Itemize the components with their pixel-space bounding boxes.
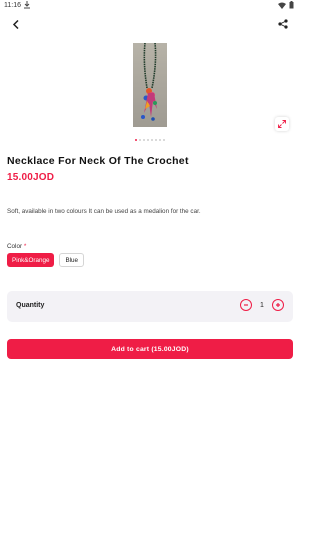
color-option-pink-orange[interactable]: Pink&Orange bbox=[7, 253, 55, 267]
quantity-stepper: 1 bbox=[240, 299, 284, 311]
pager-dot[interactable] bbox=[139, 139, 141, 141]
back-arrow-icon bbox=[12, 19, 19, 29]
decrease-quantity-button[interactable] bbox=[240, 299, 252, 311]
pager-dot[interactable] bbox=[155, 139, 157, 141]
color-options: Pink&Orange Blue bbox=[7, 253, 85, 267]
quantity-label: Quantity bbox=[16, 302, 45, 309]
add-to-cart-button[interactable]: Add to cart (15.00JOD) bbox=[7, 339, 293, 359]
necklace-photo bbox=[141, 43, 157, 121]
quantity-value: 1 bbox=[260, 301, 264, 309]
expand-image-button[interactable] bbox=[275, 117, 289, 131]
back-button[interactable] bbox=[8, 16, 24, 32]
expand-icon bbox=[278, 120, 286, 128]
pager-dot-active[interactable] bbox=[135, 139, 137, 141]
image-pager-dots bbox=[135, 139, 165, 141]
app-bar bbox=[0, 12, 300, 36]
battery-icon bbox=[289, 1, 294, 9]
plus-icon bbox=[276, 303, 280, 307]
increase-quantity-button[interactable] bbox=[272, 299, 284, 311]
download-icon bbox=[24, 1, 30, 11]
status-icons bbox=[278, 1, 294, 9]
pager-dot[interactable] bbox=[147, 139, 149, 141]
product-description: Soft, available in two colours It can be… bbox=[7, 208, 201, 215]
share-button[interactable] bbox=[275, 16, 291, 32]
pager-dot[interactable] bbox=[151, 139, 153, 141]
color-label: Color * bbox=[7, 243, 26, 250]
required-mark: * bbox=[23, 243, 27, 250]
product-price: 15.00JOD bbox=[7, 172, 55, 183]
pager-dot[interactable] bbox=[159, 139, 161, 141]
minus-icon bbox=[244, 304, 248, 306]
color-label-text: Color bbox=[7, 243, 23, 250]
status-bar: 11:16 bbox=[0, 0, 300, 12]
color-option-blue[interactable]: Blue bbox=[59, 253, 85, 267]
pager-dot[interactable] bbox=[143, 139, 145, 141]
pager-dot[interactable] bbox=[163, 139, 165, 141]
quantity-panel: Quantity 1 bbox=[7, 291, 293, 322]
product-title: Necklace For Neck Of The Crochet bbox=[7, 155, 189, 167]
status-time: 11:16 bbox=[4, 2, 21, 9]
share-icon bbox=[278, 19, 288, 29]
product-image[interactable] bbox=[133, 43, 167, 127]
wifi-icon bbox=[278, 2, 286, 9]
